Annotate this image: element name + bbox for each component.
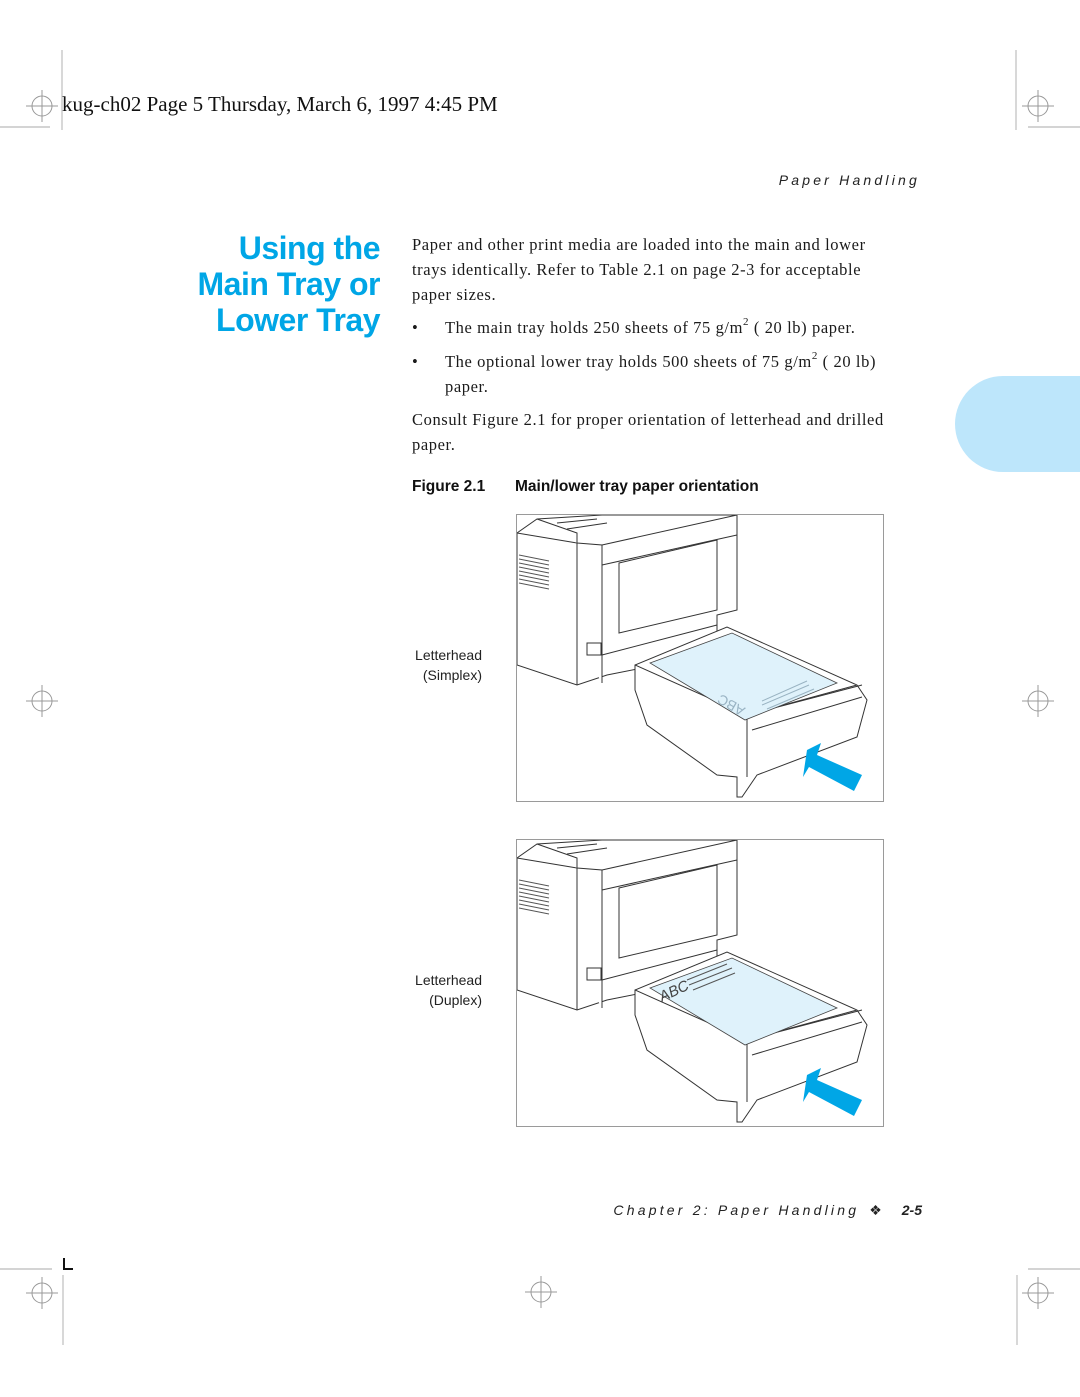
figure-caption: Figure 2.1 Main/lower tray paper orientat… bbox=[412, 478, 759, 496]
section-title-line: Lower Tray bbox=[216, 302, 380, 338]
figure-title: Main/lower tray paper orientation bbox=[515, 478, 759, 495]
registration-mark-top-left bbox=[0, 50, 70, 130]
registration-mark-bottom-right bbox=[1010, 1265, 1080, 1345]
label-line: Letterhead bbox=[415, 972, 482, 988]
bullet-glyph: • bbox=[412, 352, 419, 371]
registration-mark-middle-right bbox=[1022, 684, 1056, 718]
page-number: 2-5 bbox=[901, 1202, 922, 1218]
insert-arrow-icon bbox=[803, 1068, 862, 1116]
figure-panel-simplex: ABC bbox=[516, 514, 884, 802]
bullet-item: • The main tray holds 250 sheets of 75 g… bbox=[412, 315, 912, 340]
chapter-tab bbox=[955, 376, 1080, 472]
bullet-item: • The optional lower tray holds 500 shee… bbox=[412, 349, 912, 399]
consult-paragraph: Consult Figure 2.1 for proper orientatio… bbox=[412, 410, 884, 454]
diamond-icon: ❖ bbox=[869, 1202, 882, 1218]
section-title-line: Using the bbox=[238, 230, 381, 266]
insert-arrow-icon bbox=[803, 743, 862, 791]
footer-chapter: Chapter 2: Paper Handling bbox=[613, 1202, 860, 1218]
registration-mark-bottom-center bbox=[525, 1275, 559, 1309]
running-head: Paper Handling bbox=[778, 172, 920, 188]
label-line: (Simplex) bbox=[422, 667, 482, 683]
printer-tray-illustration: ABC bbox=[517, 840, 868, 1123]
bullet-glyph: • bbox=[412, 318, 419, 337]
intro-paragraph: Paper and other print media are loaded i… bbox=[412, 235, 866, 304]
printer-tray-illustration: ABC bbox=[517, 515, 868, 798]
bullet-text: The main tray holds 250 sheets of 75 g/m… bbox=[445, 316, 856, 338]
bullet-text: The optional lower tray holds 500 sheets… bbox=[445, 350, 877, 397]
figure-label-simplex: Letterhead (Simplex) bbox=[362, 645, 482, 685]
page-footer: Chapter 2: Paper Handling ❖ 2-5 bbox=[613, 1202, 922, 1219]
corner-crop-mark bbox=[63, 1258, 73, 1270]
section-title-line: Main Tray or bbox=[197, 266, 381, 302]
figure-label-duplex: Letterhead (Duplex) bbox=[362, 970, 482, 1010]
figure-panel-duplex: ABC bbox=[516, 839, 884, 1127]
label-line: Letterhead bbox=[415, 647, 482, 663]
registration-mark-top-right bbox=[1010, 50, 1080, 130]
registration-mark-bottom-left bbox=[0, 1265, 70, 1345]
figure-number: Figure 2.1 bbox=[412, 478, 486, 495]
section-title: Using the Main Tray or Lower Tray bbox=[160, 230, 381, 338]
print-stamp: kug-ch02 Page 5 Thursday, March 6, 1997 … bbox=[62, 92, 498, 116]
registration-mark-middle-left bbox=[26, 684, 60, 718]
label-line: (Duplex) bbox=[429, 992, 482, 1008]
